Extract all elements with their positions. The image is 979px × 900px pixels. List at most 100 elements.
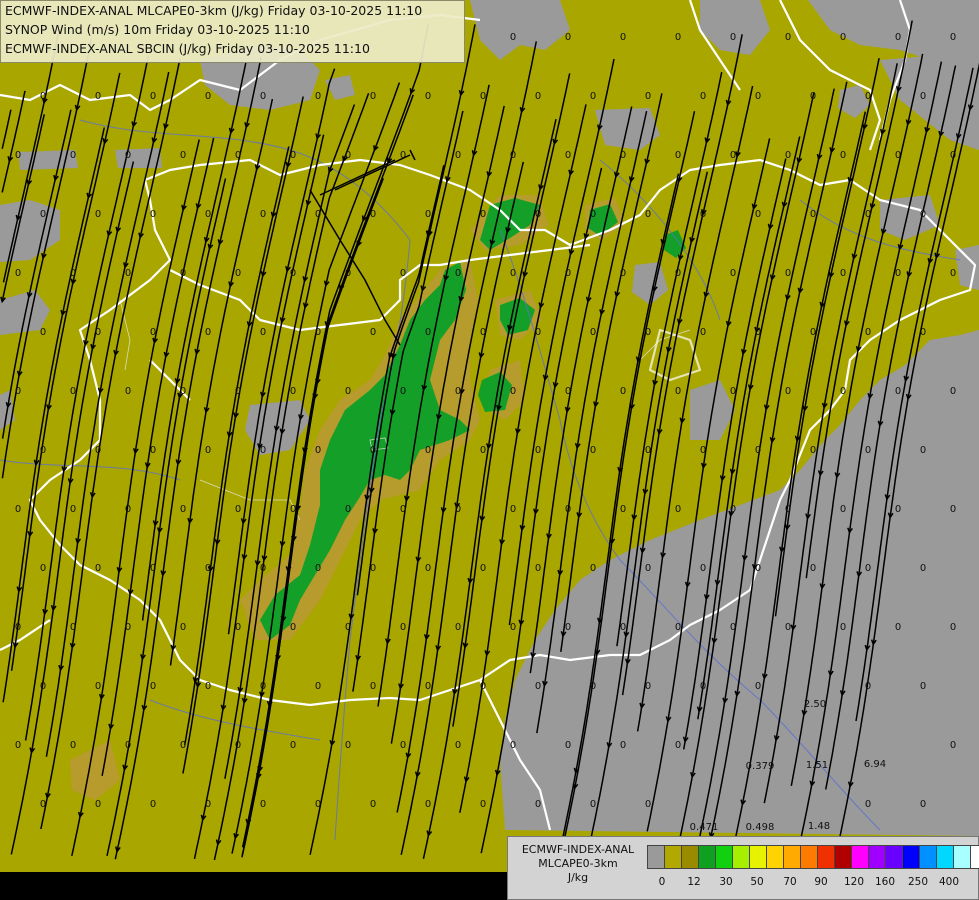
point-value-label: 0: [620, 150, 626, 161]
point-value-label: 0: [810, 209, 816, 220]
point-value-label: 0: [455, 740, 461, 751]
point-value-label: 0: [40, 327, 46, 338]
point-value-label: 0: [620, 740, 626, 751]
point-value-label: 0: [785, 268, 791, 279]
legend-tick-label: 400: [938, 876, 960, 888]
point-value-label: 0: [315, 445, 321, 456]
point-value-label: 0: [675, 268, 681, 279]
point-value-label: 0: [205, 91, 211, 102]
point-value-label: 0: [700, 327, 706, 338]
point-value-label: 0: [125, 150, 131, 161]
point-value-label: 0: [895, 622, 901, 633]
point-value-label: 0: [700, 445, 706, 456]
point-value-label: 0: [755, 681, 761, 692]
point-value-label: 0: [150, 799, 156, 810]
point-value-label: 0: [15, 386, 21, 397]
legend-swatch: [784, 846, 801, 868]
point-value-label: 0: [345, 150, 351, 161]
point-value-label: 0: [345, 622, 351, 633]
point-value-label: 0: [125, 268, 131, 279]
legend-tick-label: 90: [814, 876, 828, 888]
point-value-label: 0: [150, 445, 156, 456]
point-value-label: 0: [95, 91, 101, 102]
point-value-label: 0: [480, 681, 486, 692]
point-value-label: 0: [95, 799, 101, 810]
point-value-label: 0: [40, 799, 46, 810]
point-value-label: 0.471: [690, 822, 719, 833]
point-value-label: 0: [125, 386, 131, 397]
point-value-label: 0: [920, 681, 926, 692]
point-value-label: 0: [865, 209, 871, 220]
point-value-label: 0: [205, 327, 211, 338]
point-value-label: 0: [565, 622, 571, 633]
point-value-label: 0: [840, 268, 846, 279]
point-value-label: 0: [315, 799, 321, 810]
legend-tick-label: 50: [750, 876, 764, 888]
point-value-label: 0: [840, 386, 846, 397]
point-value-label: 0: [95, 327, 101, 338]
point-value-label: 0: [755, 209, 761, 220]
point-value-label: 0: [590, 799, 596, 810]
point-value-label: 0: [290, 622, 296, 633]
point-value-label: 0: [70, 268, 76, 279]
point-value-label: 0: [95, 209, 101, 220]
point-value-label: 0: [700, 209, 706, 220]
point-value-label: 0: [425, 563, 431, 574]
point-value-label: 0: [125, 622, 131, 633]
point-value-label: 0: [840, 32, 846, 43]
point-value-label: 0: [865, 563, 871, 574]
point-value-label: 1.48: [808, 821, 830, 832]
point-value-label: 0: [95, 681, 101, 692]
point-value-label: 0: [70, 622, 76, 633]
point-value-label: 0: [590, 327, 596, 338]
point-value-label: 0: [565, 150, 571, 161]
point-value-label: 0: [675, 504, 681, 515]
legend-swatch: [767, 846, 784, 868]
point-value-label: 0: [535, 799, 541, 810]
legend-swatch: [733, 846, 750, 868]
point-value-label: 0: [895, 32, 901, 43]
point-value-label: 0: [865, 799, 871, 810]
point-value-label: 0: [950, 150, 956, 161]
legend-title-units: J/kg: [567, 871, 589, 884]
legend-swatch: [971, 846, 979, 868]
point-value-label: 0: [260, 91, 266, 102]
point-value-label: 0: [920, 327, 926, 338]
point-value-label: 0: [675, 150, 681, 161]
point-value-label: 0: [510, 740, 516, 751]
point-value-label: 0: [425, 209, 431, 220]
point-value-label: 0: [565, 504, 571, 515]
point-value-label: 0: [290, 504, 296, 515]
point-value-label: 0: [205, 445, 211, 456]
weather-map: 0 0 0 0 0 0 0 0 0 0 0 0 0 0 0 0 0 0 0 0 0 0 0 0 0 0 0 0 0 0 0 0 0 0 0 0 0 0 0 0…: [0, 0, 979, 900]
point-value-label: 0: [400, 386, 406, 397]
legend-swatch: [699, 846, 716, 868]
point-value-label: 0: [590, 91, 596, 102]
color-legend: ECMWF-INDEX-ANAL MLCAPE0-3km J/kg 0 12 30 5…: [507, 836, 979, 900]
point-value-label: 0: [810, 327, 816, 338]
point-value-label: 0: [785, 622, 791, 633]
point-value-label: 0: [895, 504, 901, 515]
point-value-label: 0: [150, 209, 156, 220]
point-value-label: 0: [425, 681, 431, 692]
point-value-label: 0: [315, 563, 321, 574]
point-value-label: 0: [370, 563, 376, 574]
point-value-label: 0: [370, 681, 376, 692]
legend-title-line1: ECMWF-INDEX-ANAL: [521, 843, 635, 856]
point-value-label: 0: [455, 268, 461, 279]
legend-title: ECMWF-INDEX-ANAL MLCAPE0-3km J/kg: [512, 843, 644, 885]
point-value-label: 0: [865, 327, 871, 338]
point-value-label: 0: [565, 32, 571, 43]
point-value-label: 0: [785, 386, 791, 397]
point-value-label: 0: [235, 268, 241, 279]
point-value-label: 0: [645, 681, 651, 692]
legend-swatch: [869, 846, 886, 868]
legend-swatch: [750, 846, 767, 868]
point-value-label: 0: [15, 504, 21, 515]
point-value-label: 0: [755, 563, 761, 574]
point-value-label: 0: [180, 150, 186, 161]
point-value-label: 0: [480, 445, 486, 456]
point-value-label: 0: [510, 386, 516, 397]
point-value-label: 0: [125, 504, 131, 515]
point-value-label: 0: [590, 209, 596, 220]
